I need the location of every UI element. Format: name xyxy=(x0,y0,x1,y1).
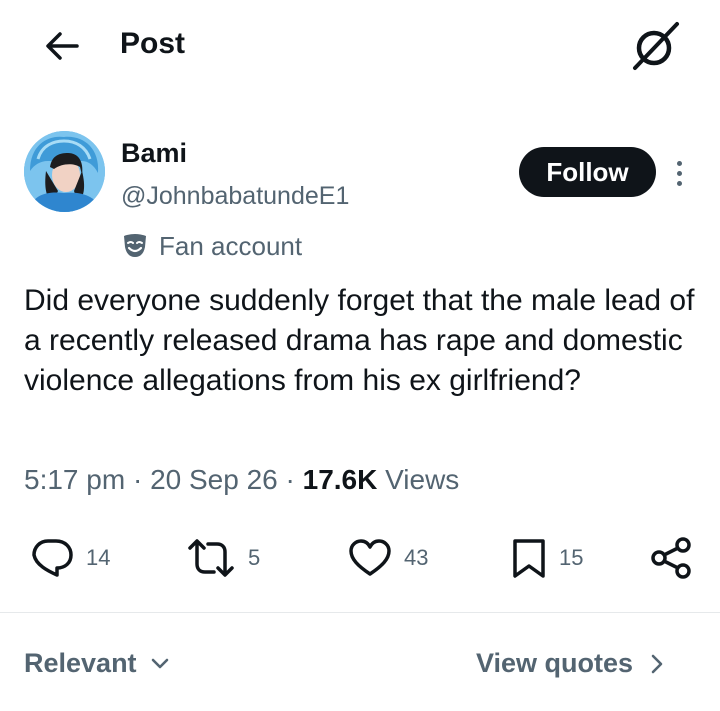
arrow-left-icon xyxy=(46,32,79,60)
chevron-down-icon xyxy=(151,658,168,668)
more-options-button[interactable] xyxy=(664,150,694,196)
grok-icon xyxy=(633,22,679,70)
post-text: Did everyone suddenly forget that the ma… xyxy=(24,284,695,397)
view-quotes-label: View quotes xyxy=(476,648,634,678)
grok-button[interactable] xyxy=(628,18,684,74)
view-quotes-link[interactable]: View quotes xyxy=(476,648,663,679)
account-label-text: Fan account xyxy=(159,230,303,261)
like-button[interactable]: 43 xyxy=(348,535,428,581)
account-label: Fan account xyxy=(121,229,302,263)
more-dot xyxy=(676,160,682,166)
repost-count: 5 xyxy=(248,545,261,570)
avatar[interactable]: M xyxy=(24,131,105,212)
post-time[interactable]: 5:17 pm xyxy=(24,464,125,495)
post-date[interactable]: 20 Sep 26 xyxy=(150,464,278,495)
like-count: 43 xyxy=(404,545,429,570)
follow-button[interactable]: Follow xyxy=(519,147,656,197)
author-handle[interactable]: @JohnbabatundeE1 xyxy=(121,181,349,211)
bookmark-button[interactable]: 15 xyxy=(511,535,583,581)
views-label: Views xyxy=(385,464,460,495)
user-avatar: M xyxy=(24,131,105,212)
post-meta: 5:17 pm · 20 Sep 26 · 17.6K Views xyxy=(24,462,459,498)
meta-separator: · xyxy=(285,464,295,495)
share-icon xyxy=(651,537,691,579)
more-dot xyxy=(676,180,682,186)
reply-count: 14 xyxy=(86,545,111,570)
svg-text:M: M xyxy=(30,199,36,207)
sort-dropdown[interactable]: Relevant xyxy=(24,648,169,679)
repost-icon xyxy=(188,539,234,577)
chevron-right-icon xyxy=(651,654,663,673)
share-button[interactable] xyxy=(650,535,692,581)
bookmark-icon xyxy=(513,539,545,578)
sort-label: Relevant xyxy=(24,648,137,678)
meta-separator: · xyxy=(132,464,143,495)
mask-icon xyxy=(124,234,146,257)
repost-button[interactable]: 5 xyxy=(186,535,260,581)
views-count: 17.6K xyxy=(302,464,378,495)
heart-icon xyxy=(349,539,391,576)
page-title: Post xyxy=(120,27,186,60)
bookmark-count: 15 xyxy=(559,545,584,570)
reply-icon xyxy=(32,539,73,577)
author-name[interactable]: Bami xyxy=(121,137,187,169)
reply-button[interactable]: 14 xyxy=(30,535,110,581)
more-dot xyxy=(676,170,682,176)
divider xyxy=(0,612,720,613)
back-button[interactable] xyxy=(44,28,80,64)
